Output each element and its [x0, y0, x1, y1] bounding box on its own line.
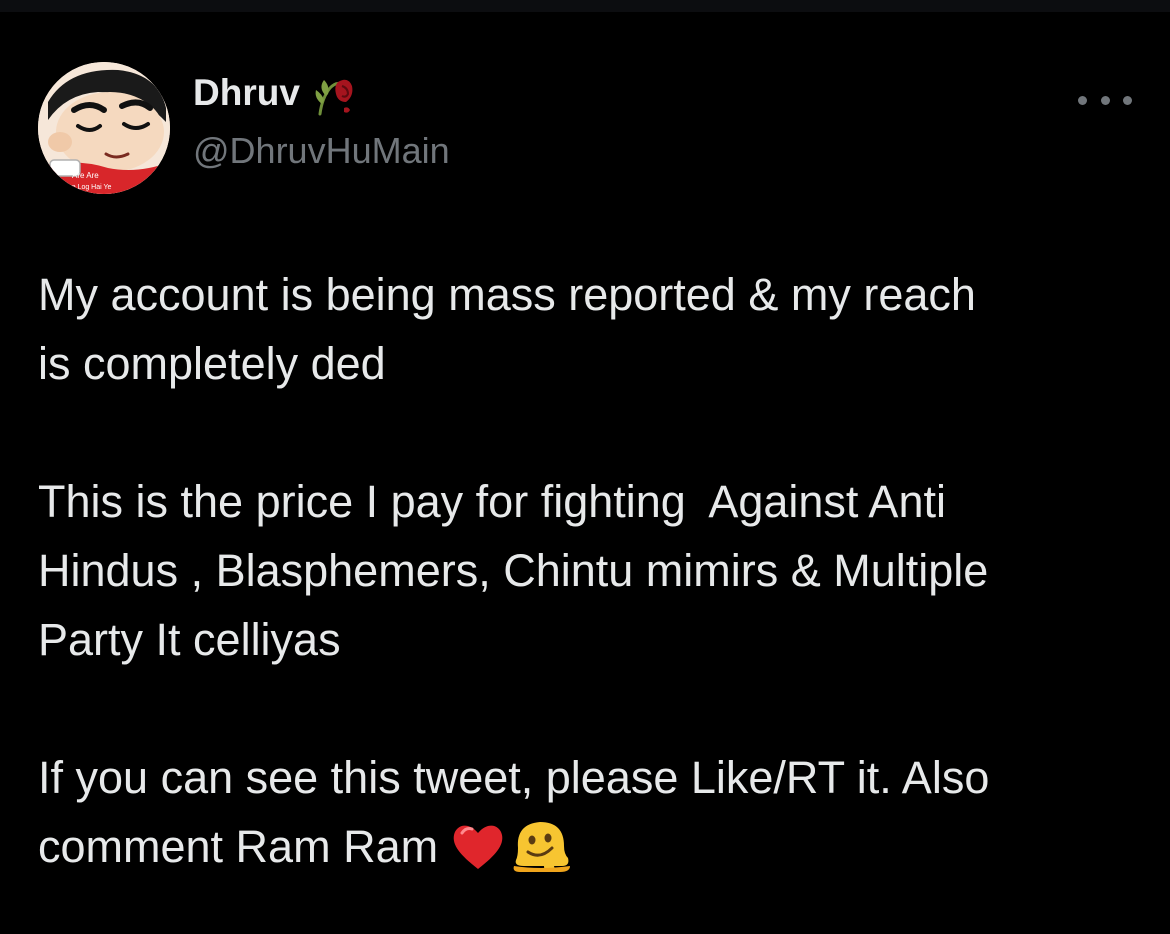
tweet-line: Hindus , Blasphemers, Chintu mimirs & Mu…: [38, 545, 989, 596]
avatar-caption-2: Aise Log Hai Ye: [62, 184, 112, 191]
tweet-line: This is the price I pay for fighting Aga…: [38, 476, 946, 527]
avatar-image: Are Are Aise Log Hai Ye: [38, 62, 170, 194]
tweet-line: If you can see this tweet, please Like/R…: [38, 752, 990, 803]
tweet-line: is completely ded: [38, 338, 386, 389]
red-heart-icon: [453, 825, 503, 870]
tweet-paragraph-1: My account is being mass reported & my r…: [38, 260, 1138, 398]
tweet-line: Party It celliyas: [38, 614, 341, 665]
dot-icon: [1100, 95, 1110, 105]
avatar[interactable]: Are Are Aise Log Hai Ye: [38, 62, 170, 194]
tweet-line: comment Ram Ram: [38, 821, 439, 872]
more-options-icon[interactable]: [1078, 82, 1132, 118]
wilted-rose-icon: [315, 79, 353, 116]
name-row: Dhruv: [193, 70, 450, 116]
top-strip: [0, 0, 1170, 12]
tweet-line: My account is being mass reported & my r…: [38, 269, 976, 320]
author-info: Dhruv @DhruvHuMain: [193, 70, 450, 172]
dot-icon: [1078, 95, 1087, 105]
tweet-paragraph-2: This is the price I pay for fighting Aga…: [38, 467, 1138, 674]
dot-icon: [1123, 95, 1132, 105]
user-handle[interactable]: @DhruvHuMain: [193, 130, 450, 172]
avatar-caption-1: Are Are: [72, 171, 99, 180]
display-name[interactable]: Dhruv: [193, 72, 300, 114]
tweet-card: Are Are Aise Log Hai Ye Dhruv @DhruvHuMa…: [0, 12, 1170, 934]
tweet-paragraph-3: If you can see this tweet, please Like/R…: [38, 743, 1138, 881]
melting-face-icon: [513, 822, 571, 873]
tweet-text: My account is being mass reported & my r…: [38, 260, 1138, 881]
